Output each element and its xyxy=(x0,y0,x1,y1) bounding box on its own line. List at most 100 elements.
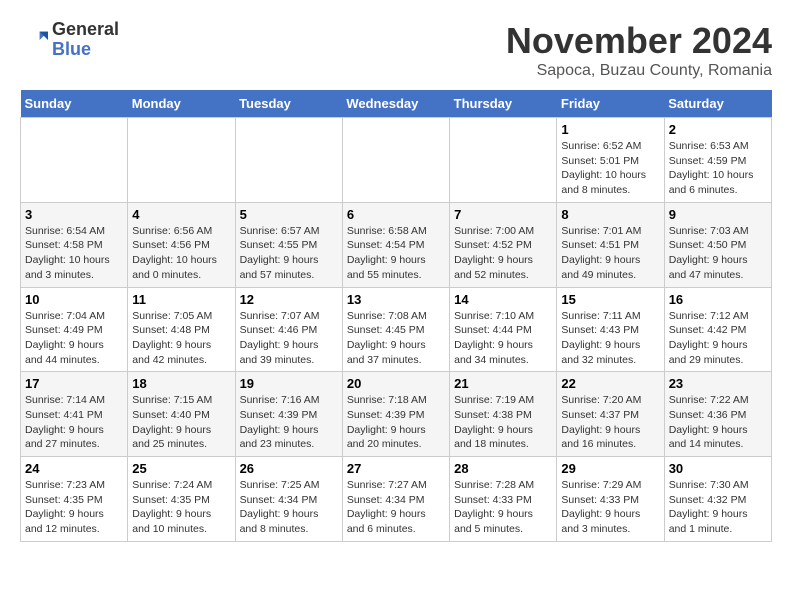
calendar-cell: 20 Sunrise: 7:18 AM Sunset: 4:39 PM Dayli… xyxy=(342,372,449,457)
day-info: Sunrise: 6:56 AM Sunset: 4:56 PM Dayligh… xyxy=(132,224,230,283)
calendar-cell: 30Sunrise: 7:30 AM Sunset: 4:32 PM Dayli… xyxy=(664,457,771,542)
logo-icon xyxy=(20,26,48,54)
day-number: 21 xyxy=(454,376,552,391)
weekday-header-wednesday: Wednesday xyxy=(342,90,449,118)
day-number: 22 xyxy=(561,376,659,391)
day-info: Sunrise: 7:10 AM Sunset: 4:44 PM Dayligh… xyxy=(454,309,552,368)
day-number: 2 xyxy=(669,122,767,137)
month-title: November 2024 xyxy=(506,20,772,62)
calendar-cell: 16 Sunrise: 7:12 AM Sunset: 4:42 PM Dayli… xyxy=(664,287,771,372)
day-number: 9 xyxy=(669,207,767,222)
calendar-cell: 19Sunrise: 7:16 AM Sunset: 4:39 PM Dayli… xyxy=(235,372,342,457)
day-info: Sunrise: 7:18 AM Sunset: 4:39 PM Dayligh… xyxy=(347,393,445,452)
day-number: 11 xyxy=(132,292,230,307)
calendar-week-row: 3Sunrise: 6:54 AM Sunset: 4:58 PM Daylig… xyxy=(21,202,772,287)
day-number: 30 xyxy=(669,461,767,476)
day-info: Sunrise: 7:00 AM Sunset: 4:52 PM Dayligh… xyxy=(454,224,552,283)
day-info: Sunrise: 7:22 AM Sunset: 4:36 PM Dayligh… xyxy=(669,393,767,452)
calendar-table: SundayMondayTuesdayWednesdayThursdayFrid… xyxy=(20,90,772,542)
day-number: 1 xyxy=(561,122,659,137)
day-number: 7 xyxy=(454,207,552,222)
day-info: Sunrise: 7:29 AM Sunset: 4:33 PM Dayligh… xyxy=(561,478,659,537)
calendar-cell xyxy=(342,118,449,203)
calendar-header-row: SundayMondayTuesdayWednesdayThursdayFrid… xyxy=(21,90,772,118)
calendar-cell: 21 Sunrise: 7:19 AM Sunset: 4:38 PM Dayli… xyxy=(450,372,557,457)
day-number: 16 xyxy=(669,292,767,307)
calendar-cell: 8 Sunrise: 7:01 AM Sunset: 4:51 PM Daylig… xyxy=(557,202,664,287)
calendar-cell: 6 Sunrise: 6:58 AM Sunset: 4:54 PM Daylig… xyxy=(342,202,449,287)
day-number: 4 xyxy=(132,207,230,222)
location-subtitle: Sapoca, Buzau County, Romania xyxy=(506,62,772,80)
day-number: 23 xyxy=(669,376,767,391)
day-number: 28 xyxy=(454,461,552,476)
weekday-header-tuesday: Tuesday xyxy=(235,90,342,118)
day-info: Sunrise: 7:14 AM Sunset: 4:41 PM Dayligh… xyxy=(25,393,123,452)
day-info: Sunrise: 7:15 AM Sunset: 4:40 PM Dayligh… xyxy=(132,393,230,452)
calendar-cell: 17 Sunrise: 7:14 AM Sunset: 4:41 PM Dayli… xyxy=(21,372,128,457)
weekday-header-monday: Monday xyxy=(128,90,235,118)
day-number: 10 xyxy=(25,292,123,307)
calendar-cell: 15Sunrise: 7:11 AM Sunset: 4:43 PM Dayli… xyxy=(557,287,664,372)
day-number: 25 xyxy=(132,461,230,476)
day-info: Sunrise: 7:03 AM Sunset: 4:50 PM Dayligh… xyxy=(669,224,767,283)
day-info: Sunrise: 7:19 AM Sunset: 4:38 PM Dayligh… xyxy=(454,393,552,452)
calendar-week-row: 17 Sunrise: 7:14 AM Sunset: 4:41 PM Dayli… xyxy=(21,372,772,457)
day-number: 13 xyxy=(347,292,445,307)
day-info: Sunrise: 7:07 AM Sunset: 4:46 PM Dayligh… xyxy=(240,309,338,368)
day-info: Sunrise: 7:28 AM Sunset: 4:33 PM Dayligh… xyxy=(454,478,552,537)
day-info: Sunrise: 7:20 AM Sunset: 4:37 PM Dayligh… xyxy=(561,393,659,452)
day-number: 15 xyxy=(561,292,659,307)
title-section: November 2024 Sapoca, Buzau County, Roma… xyxy=(506,20,772,80)
day-number: 8 xyxy=(561,207,659,222)
calendar-cell: 2 Sunrise: 6:53 AM Sunset: 4:59 PM Daylig… xyxy=(664,118,771,203)
day-info: Sunrise: 6:58 AM Sunset: 4:54 PM Dayligh… xyxy=(347,224,445,283)
day-number: 29 xyxy=(561,461,659,476)
calendar-cell xyxy=(450,118,557,203)
day-number: 3 xyxy=(25,207,123,222)
calendar-cell: 14 Sunrise: 7:10 AM Sunset: 4:44 PM Dayli… xyxy=(450,287,557,372)
weekday-header-thursday: Thursday xyxy=(450,90,557,118)
day-number: 18 xyxy=(132,376,230,391)
calendar-cell: 29 Sunrise: 7:29 AM Sunset: 4:33 PM Dayli… xyxy=(557,457,664,542)
logo-blue-text: Blue xyxy=(52,40,119,60)
day-number: 17 xyxy=(25,376,123,391)
day-info: Sunrise: 7:16 AM Sunset: 4:39 PM Dayligh… xyxy=(240,393,338,452)
weekday-header-friday: Friday xyxy=(557,90,664,118)
calendar-cell: 28 Sunrise: 7:28 AM Sunset: 4:33 PM Dayli… xyxy=(450,457,557,542)
day-info: Sunrise: 6:57 AM Sunset: 4:55 PM Dayligh… xyxy=(240,224,338,283)
day-info: Sunrise: 7:23 AM Sunset: 4:35 PM Dayligh… xyxy=(25,478,123,537)
weekday-header-sunday: Sunday xyxy=(21,90,128,118)
day-info: Sunrise: 7:12 AM Sunset: 4:42 PM Dayligh… xyxy=(669,309,767,368)
day-info: Sunrise: 7:27 AM Sunset: 4:34 PM Dayligh… xyxy=(347,478,445,537)
day-number: 20 xyxy=(347,376,445,391)
calendar-cell: 9 Sunrise: 7:03 AM Sunset: 4:50 PM Daylig… xyxy=(664,202,771,287)
day-number: 26 xyxy=(240,461,338,476)
day-info: Sunrise: 7:04 AM Sunset: 4:49 PM Dayligh… xyxy=(25,309,123,368)
day-number: 14 xyxy=(454,292,552,307)
day-info: Sunrise: 7:24 AM Sunset: 4:35 PM Dayligh… xyxy=(132,478,230,537)
calendar-cell: 22 Sunrise: 7:20 AM Sunset: 4:37 PM Dayli… xyxy=(557,372,664,457)
day-number: 27 xyxy=(347,461,445,476)
calendar-cell: 26Sunrise: 7:25 AM Sunset: 4:34 PM Dayli… xyxy=(235,457,342,542)
day-number: 6 xyxy=(347,207,445,222)
calendar-week-row: 10 Sunrise: 7:04 AM Sunset: 4:49 PM Dayli… xyxy=(21,287,772,372)
calendar-cell: 18 Sunrise: 7:15 AM Sunset: 4:40 PM Dayli… xyxy=(128,372,235,457)
page-header: General Blue November 2024 Sapoca, Buzau… xyxy=(20,20,772,80)
calendar-cell: 1Sunrise: 6:52 AM Sunset: 5:01 PM Daylig… xyxy=(557,118,664,203)
calendar-cell: 11 Sunrise: 7:05 AM Sunset: 4:48 PM Dayli… xyxy=(128,287,235,372)
calendar-cell: 3Sunrise: 6:54 AM Sunset: 4:58 PM Daylig… xyxy=(21,202,128,287)
logo-text: General Blue xyxy=(52,20,119,60)
logo: General Blue xyxy=(20,20,119,60)
calendar-cell: 27 Sunrise: 7:27 AM Sunset: 4:34 PM Dayli… xyxy=(342,457,449,542)
weekday-header-saturday: Saturday xyxy=(664,90,771,118)
day-info: Sunrise: 6:53 AM Sunset: 4:59 PM Dayligh… xyxy=(669,139,767,198)
calendar-cell xyxy=(235,118,342,203)
day-info: Sunrise: 7:05 AM Sunset: 4:48 PM Dayligh… xyxy=(132,309,230,368)
calendar-cell: 10 Sunrise: 7:04 AM Sunset: 4:49 PM Dayli… xyxy=(21,287,128,372)
day-info: Sunrise: 7:01 AM Sunset: 4:51 PM Dayligh… xyxy=(561,224,659,283)
calendar-cell: 12 Sunrise: 7:07 AM Sunset: 4:46 PM Dayli… xyxy=(235,287,342,372)
calendar-cell: 4 Sunrise: 6:56 AM Sunset: 4:56 PM Daylig… xyxy=(128,202,235,287)
logo-general-text: General xyxy=(52,20,119,40)
calendar-cell: 24Sunrise: 7:23 AM Sunset: 4:35 PM Dayli… xyxy=(21,457,128,542)
day-number: 12 xyxy=(240,292,338,307)
